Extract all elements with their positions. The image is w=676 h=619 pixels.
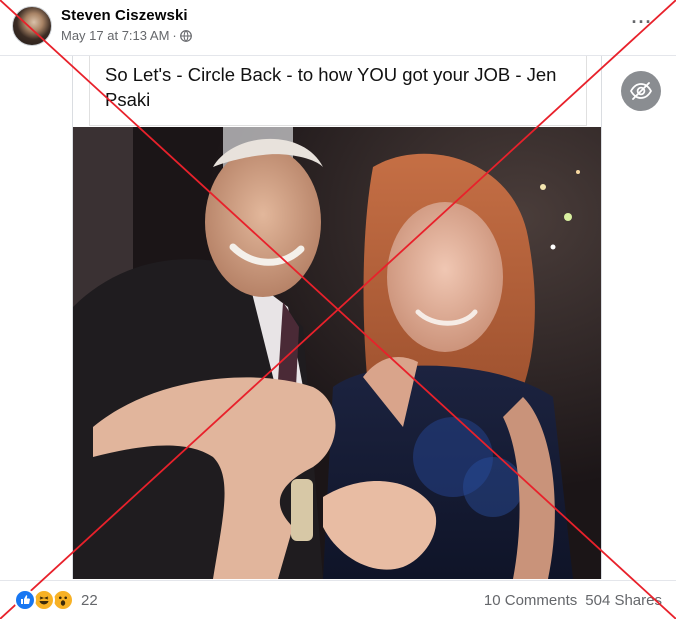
reaction-count[interactable]: 22 [81,592,98,609]
post-photo[interactable] [73,127,601,579]
caption-text: So Let's - Circle Back - to how YOU got … [105,64,557,110]
globe-icon[interactable] [179,29,192,42]
wow-icon [52,589,74,611]
post-meta: May 17 at 7:13 AM · [61,28,192,43]
hide-image-button[interactable] [621,71,661,111]
caption-box: So Let's - Circle Back - to how YOU got … [89,56,587,126]
avatar[interactable] [12,6,52,46]
meta-separator: · [172,28,177,43]
author-name[interactable]: Steven Ciszewski [61,7,188,24]
post-header: Steven Ciszewski May 17 at 7:13 AM · ··· [0,0,676,54]
shares-count-link[interactable]: 504 Shares [585,592,662,609]
footer-divider [0,580,676,581]
reaction-summary[interactable]: 22 [14,589,98,611]
like-icon [14,589,36,611]
haha-icon [33,589,55,611]
facebook-post: Steven Ciszewski May 17 at 7:13 AM · ···… [0,0,676,619]
engagement-stats: 10 Comments 504 Shares [484,592,662,609]
post-media[interactable]: So Let's - Circle Back - to how YOU got … [72,56,602,579]
more-options-button[interactable]: ··· [626,12,658,38]
post-timestamp[interactable]: May 17 at 7:13 AM [61,28,169,43]
comments-count-link[interactable]: 10 Comments [484,592,577,609]
